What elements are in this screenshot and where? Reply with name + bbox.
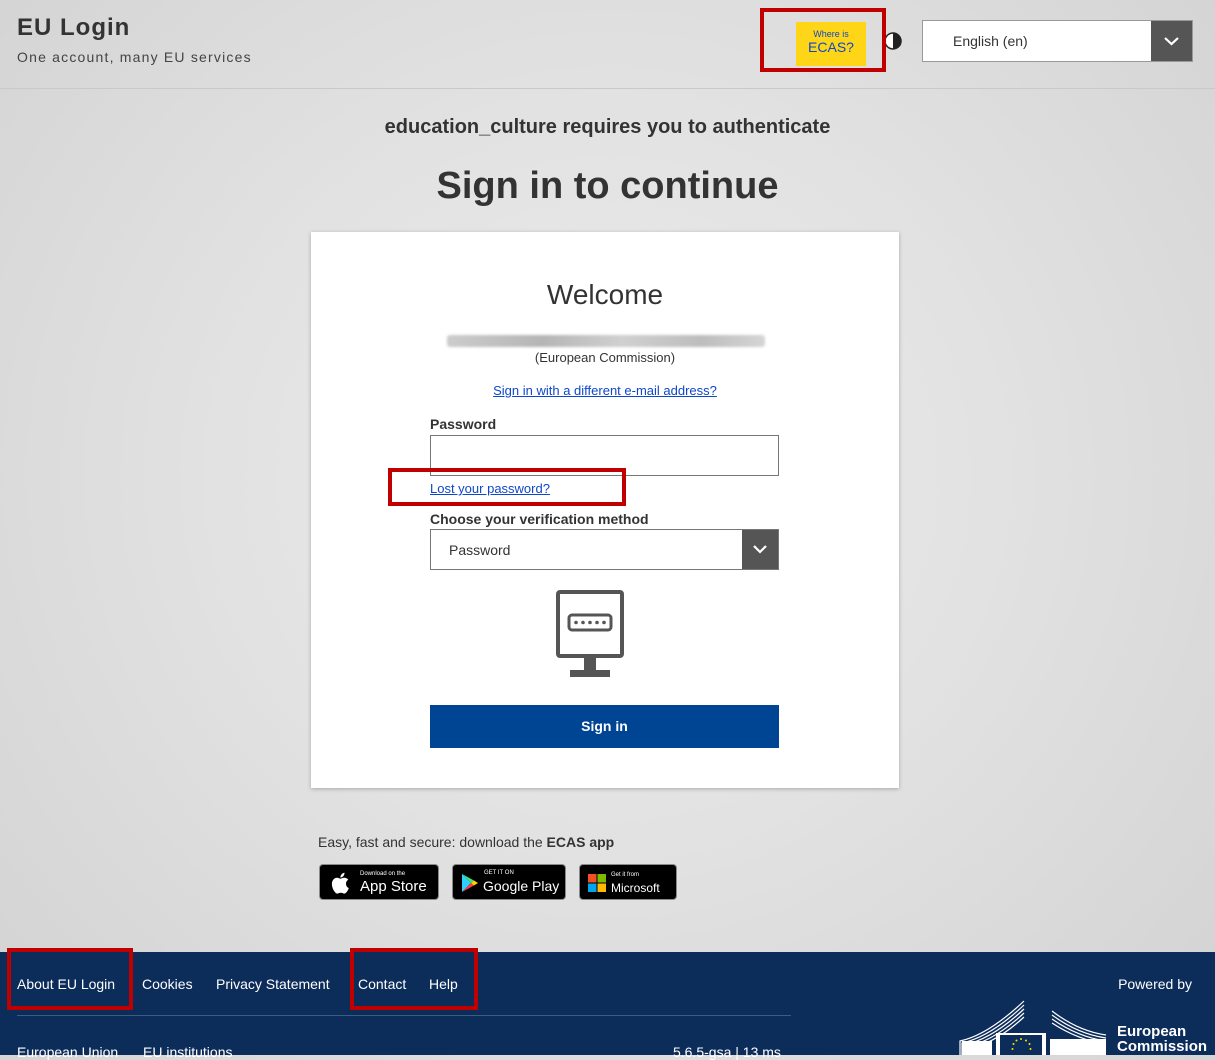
app-title[interactable]: EU Login [17, 14, 130, 42]
footer-link-cookies[interactable]: Cookies [142, 976, 193, 992]
footer-link-about[interactable]: About EU Login [17, 976, 115, 992]
verification-method-select[interactable]: Password [430, 529, 779, 570]
ec-line-1: European [1117, 1023, 1187, 1040]
microsoft-label: Microsoft [611, 881, 660, 895]
verification-method-value: Password [449, 542, 511, 558]
google-play-label: Google Play [483, 878, 560, 894]
app-store-small: Download on the [360, 871, 406, 877]
verification-method-label: Choose your verification method [430, 511, 649, 527]
apple-icon [331, 872, 349, 894]
european-commission-wordmark: European Commission [1117, 1024, 1207, 1054]
powered-by-text: Powered by [1118, 976, 1192, 992]
app-store-badge[interactable]: Download on the App Store [319, 864, 439, 900]
chevron-down-icon [1151, 21, 1192, 61]
page-title: Sign in to continue [436, 165, 779, 207]
language-select-value: English (en) [953, 33, 1028, 49]
signin-card: Welcome (European Commission) Sign in wi… [311, 232, 899, 788]
app-promo-name: ECAS app [546, 834, 615, 850]
header: EU Login One account, many EU services W… [0, 0, 1215, 89]
different-email-link[interactable]: Sign in with a different e-mail address? [311, 383, 899, 398]
footer-link-eu-institutions[interactable]: EU institutions [143, 1044, 232, 1060]
password-monitor-icon [556, 590, 624, 677]
microsoft-small: Get it from [611, 872, 640, 878]
app-promo-sentence: Easy, fast and secure: download the [318, 834, 543, 850]
microsoft-icon [588, 874, 606, 892]
sign-in-button[interactable]: Sign in [430, 705, 779, 748]
footer-link-contact[interactable]: Contact [358, 976, 406, 992]
footer-link-help[interactable]: Help [429, 976, 458, 992]
contrast-icon[interactable] [884, 32, 902, 50]
ec-line-2: Commission [1117, 1038, 1208, 1055]
footer-link-european-union[interactable]: European Union [17, 1044, 118, 1060]
app-store-label: App Store [360, 878, 427, 895]
google-play-icon [462, 874, 478, 892]
app-promo-text: Easy, fast and secure: download the ECAS… [318, 834, 614, 850]
password-input[interactable] [430, 435, 779, 476]
footer-divider [17, 1015, 791, 1016]
auth-requirement-text: education_culture requires you to authen… [384, 116, 831, 138]
app-subtitle: One account, many EU services [17, 49, 252, 65]
password-label: Password [430, 416, 497, 432]
version-text: 5.6.5-gsa | 13 ms [673, 1044, 781, 1060]
footer: About EU Login Cookies Privacy Statement… [0, 952, 1215, 1060]
lost-password-link[interactable]: Lost your password? [430, 481, 550, 496]
organization-text: (European Commission) [534, 350, 676, 365]
welcome-heading: Welcome [546, 279, 664, 310]
where-is-ecas-button[interactable]: Where is ECAS? [796, 22, 866, 66]
footer-link-privacy[interactable]: Privacy Statement [216, 976, 330, 992]
google-play-badge[interactable]: GET IT ON Google Play [452, 864, 566, 900]
ecas-button-label: ECAS? [808, 39, 854, 55]
language-select[interactable]: English (en) [922, 20, 1193, 62]
blurred-email [447, 335, 765, 347]
microsoft-badge[interactable]: Get it from Microsoft [579, 864, 677, 900]
google-play-small: GET IT ON [484, 870, 514, 876]
chevron-down-icon [742, 530, 778, 569]
